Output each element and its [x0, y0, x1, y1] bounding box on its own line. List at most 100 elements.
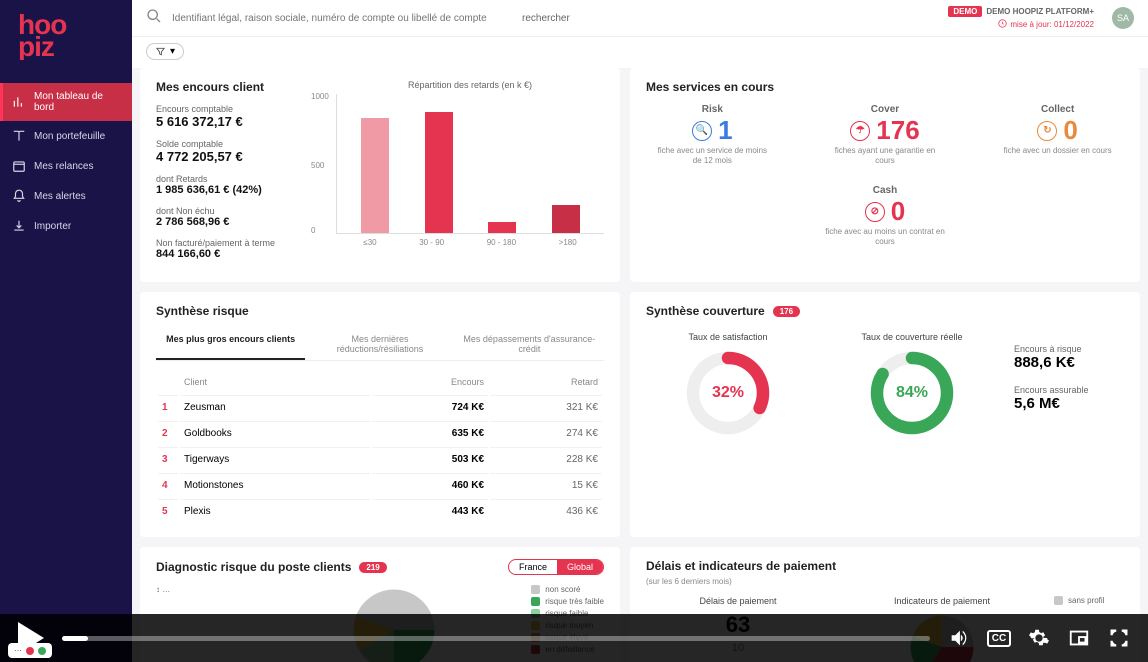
- sidebar: hoopiz Mon tableau de bord Mon portefeui…: [0, 0, 132, 662]
- donut-label: Taux de couverture réelle: [830, 332, 994, 342]
- sidebar-item-relances[interactable]: Mes relances: [0, 151, 132, 181]
- bell-icon: [12, 189, 26, 203]
- diag-badge: 219: [359, 562, 386, 573]
- progress-bar[interactable]: [62, 636, 930, 641]
- services-card: Mes services en cours Risk 🔍1 fiche avec…: [630, 68, 1140, 282]
- chevron-down-icon: ▾: [170, 46, 175, 57]
- delais-subtitle: (sur les 6 derniers mois): [646, 577, 1124, 586]
- toggle-global[interactable]: Global: [557, 560, 603, 574]
- stat-value: 1 985 636,61 € (42%): [156, 184, 316, 196]
- service-name: Cash: [825, 185, 945, 196]
- bottom-left-widget: ···: [8, 643, 52, 658]
- service-desc: fiche avec un dossier en cours: [998, 146, 1118, 156]
- tab-depassements[interactable]: Mes dépassements d'assurance-crédit: [455, 328, 604, 360]
- services-title: Mes services en cours: [646, 80, 1124, 94]
- collect-icon: ↻: [1037, 121, 1057, 141]
- platform-label: DEMO HOOPIZ PLATFORM+: [986, 7, 1094, 16]
- stat-value: 844 166,60 €: [156, 248, 316, 260]
- download-icon: [12, 219, 26, 233]
- encours-card: Mes encours client Encours comptable 5 6…: [140, 68, 620, 282]
- tab-gros-encours[interactable]: Mes plus gros encours clients: [156, 328, 305, 360]
- fullscreen-icon[interactable]: [1108, 627, 1130, 649]
- sidebar-item-importer[interactable]: Importer: [0, 211, 132, 241]
- search-input[interactable]: [172, 13, 512, 24]
- couv-stat-label: Encours à risque: [1014, 344, 1124, 354]
- legend-item: risque très faible: [531, 597, 604, 606]
- pip-icon[interactable]: [1068, 627, 1090, 649]
- delais-col-title: Indicateurs de paiement: [850, 596, 1034, 606]
- sidebar-item-portfolio[interactable]: Mon portefeuille: [0, 121, 132, 151]
- th-encours: Encours: [372, 371, 488, 393]
- stat-label: dont Non échu: [156, 206, 316, 216]
- donut-couverture: 84%: [867, 348, 957, 438]
- table-row[interactable]: 4Motionstones460 K€15 K€: [158, 473, 602, 497]
- legend-item: sans profil: [1054, 596, 1124, 605]
- filter-pill[interactable]: ▾: [146, 43, 184, 60]
- couv-stat-value: 5,6 M€: [1014, 395, 1124, 412]
- stat-value: 4 772 205,57 €: [156, 149, 316, 164]
- th-retard: Retard: [490, 371, 602, 393]
- bar: [425, 112, 453, 233]
- book-icon: [12, 129, 26, 143]
- synthese-risque-card: Synthèse risque Mes plus gros encours cl…: [140, 292, 620, 537]
- sidebar-item-alertes[interactable]: Mes alertes: [0, 181, 132, 211]
- donut-value: 32%: [683, 348, 773, 438]
- service-risk[interactable]: Risk 🔍1 fiche avec un service de moins d…: [652, 104, 772, 165]
- topbar: rechercher DEMO DEMO HOOPIZ PLATFORM+ mi…: [132, 0, 1148, 37]
- synthese-couverture-card: Synthèse couverture 176 Taux de satisfac…: [630, 292, 1140, 537]
- sidebar-item-dashboard[interactable]: Mon tableau de bord: [0, 83, 132, 121]
- chart-title: Répartition des retards (en k €): [336, 80, 604, 90]
- tab-reductions[interactable]: Mes dernières réductions/résiliations: [305, 328, 454, 360]
- service-cover[interactable]: Cover ☂176 fiches ayant une garantie en …: [825, 104, 945, 165]
- service-name: Risk: [652, 104, 772, 115]
- volume-icon[interactable]: [948, 627, 970, 649]
- tabs: Mes plus gros encours clients Mes derniè…: [156, 328, 604, 361]
- svg-text:piz: piz: [18, 31, 54, 60]
- th-client: Client: [180, 371, 370, 393]
- search-button[interactable]: rechercher: [522, 13, 570, 24]
- toggle-france[interactable]: France: [509, 560, 557, 574]
- couv-stat-label: Encours assurable: [1014, 385, 1124, 395]
- service-desc: fiche avec au moins un contrat en cours: [825, 227, 945, 246]
- y-tick: 0: [311, 226, 315, 235]
- stat-label: Solde comptable: [156, 139, 316, 149]
- bar: [488, 222, 516, 233]
- couv-stat-value: 888,6 K€: [1014, 354, 1124, 371]
- logo: hoopiz: [0, 8, 132, 83]
- table-row[interactable]: 3Tigerways503 K€228 K€: [158, 447, 602, 471]
- y-tick: 500: [311, 161, 324, 170]
- synth-risque-title: Synthèse risque: [156, 304, 604, 318]
- couv-badge: 176: [773, 306, 800, 317]
- sidebar-item-label: Mon portefeuille: [34, 131, 105, 142]
- service-value: ☂176: [825, 115, 945, 146]
- delais-title: Délais et indicateurs de paiement: [646, 559, 1124, 573]
- region-toggle[interactable]: France Global: [508, 559, 604, 575]
- avatar[interactable]: SA: [1112, 7, 1134, 29]
- bars-icon: [12, 95, 26, 109]
- sidebar-item-label: Mon tableau de bord: [34, 91, 120, 113]
- service-collect[interactable]: Collect ↻0 fiche avec un dossier en cour…: [998, 104, 1118, 165]
- settings-icon[interactable]: [1028, 627, 1050, 649]
- cash-icon: ⊘: [865, 202, 885, 222]
- content[interactable]: Mes encours client Encours comptable 5 6…: [132, 68, 1148, 662]
- diag-left-label: ↕ …: [156, 585, 256, 594]
- diag-title: Diagnostic risque du poste clients: [156, 560, 351, 574]
- bar-chart: 1000 500 0: [336, 94, 604, 234]
- update-label: mise à jour: 01/12/2022: [1010, 20, 1094, 29]
- search-icon: [146, 8, 162, 29]
- couv-title: Synthèse couverture: [646, 304, 765, 318]
- captions-button[interactable]: CC: [988, 627, 1010, 649]
- service-cash[interactable]: Cash ⊘0 fiche avec au moins un contrat e…: [825, 185, 945, 246]
- legend-item: non scoré: [531, 585, 604, 594]
- service-value: ↻0: [998, 115, 1118, 146]
- bar: [552, 205, 580, 233]
- sidebar-item-label: Mes alertes: [34, 191, 86, 202]
- table-row[interactable]: 2Goldbooks635 K€274 K€: [158, 421, 602, 445]
- donut-satisfaction: 32%: [683, 348, 773, 438]
- y-tick: 1000: [311, 92, 329, 101]
- table-row[interactable]: 5Plexis443 K€436 K€: [158, 499, 602, 523]
- service-value: 🔍1: [652, 115, 772, 146]
- table-row[interactable]: 1Zeusman724 K€321 K€: [158, 395, 602, 419]
- stat-value: 5 616 372,17 €: [156, 114, 316, 129]
- service-desc: fiche avec un service de moins de 12 moi…: [652, 146, 772, 165]
